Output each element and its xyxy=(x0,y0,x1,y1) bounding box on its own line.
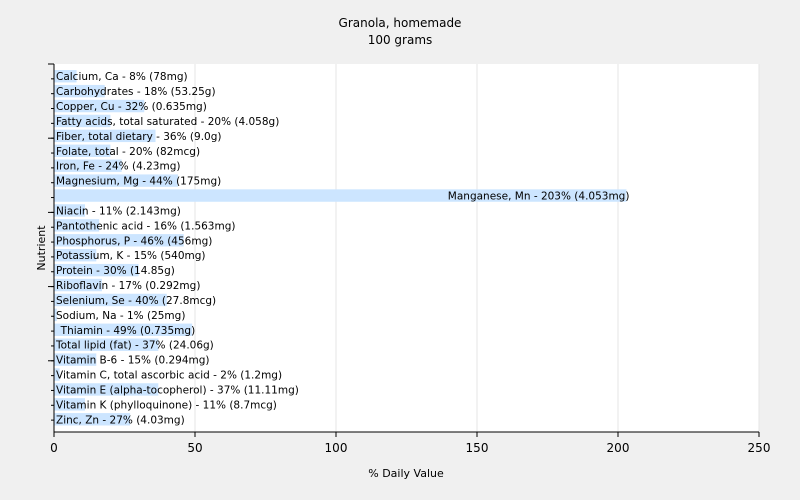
bar-data-label: Manganese, Mn - 203% (4.053mg) xyxy=(448,191,630,203)
bar-data-label: Zinc, Zn - 27% (4.03mg) xyxy=(56,414,185,426)
x-tick-label: 250 xyxy=(748,441,771,455)
bar-data-label: Folate, total - 20% (82mcg) xyxy=(56,146,200,158)
bar-data-label: Fiber, total dietary - 36% (9.0g) xyxy=(56,131,221,143)
x-tick-label: 50 xyxy=(187,441,202,455)
bar-data-label: Protein - 30% (14.85g) xyxy=(56,265,175,277)
bar-data-label: Copper, Cu - 32% (0.635mg) xyxy=(56,101,207,113)
bar-data-label: Selenium, Se - 40% (27.8mcg) xyxy=(56,295,216,307)
bar-data-label: Pantothenic acid - 16% (1.563mg) xyxy=(56,220,235,232)
bar-data-label: Riboflavin - 17% (0.292mg) xyxy=(56,280,200,292)
bar-data-label: Potassium, K - 15% (540mg) xyxy=(56,250,206,262)
bar-data-label: Niacin - 11% (2.143mg) xyxy=(56,205,181,217)
bar-data-label: Thiamin - 49% (0.735mg) xyxy=(60,325,196,337)
bar-data-label: Vitamin B-6 - 15% (0.294mg) xyxy=(56,355,210,367)
bar-data-label: Vitamin C, total ascorbic acid - 2% (1.2… xyxy=(56,370,282,382)
chart-title: Granola, homemade xyxy=(339,16,462,30)
bar-data-label: Sodium, Na - 1% (25mg) xyxy=(56,310,185,322)
y-axis-title: Nutrient xyxy=(35,225,48,271)
bar-data-label: Vitamin E (alpha-tocopherol) - 37% (11.1… xyxy=(56,384,299,396)
bar-data-label: Calcium, Ca - 8% (78mg) xyxy=(56,71,188,83)
bar-data-label: Fatty acids, total saturated - 20% (4.05… xyxy=(56,116,279,128)
nutrient-chart: Calcium, Ca - 8% (78mg) Carbohydrates - 1… xyxy=(0,0,800,500)
bar-data-label: Total lipid (fat) - 37% (24.06g) xyxy=(55,340,214,352)
bar-data-label: Carbohydrates - 18% (53.25g) xyxy=(56,86,216,98)
bar-data-label: Vitamin K (phylloquinone) - 11% (8.7mcg) xyxy=(56,399,277,411)
x-tick-label: 200 xyxy=(607,441,630,455)
chart-subtitle: 100 grams xyxy=(368,33,433,47)
x-tick-label: 0 xyxy=(50,441,58,455)
bar-data-label: Phosphorus, P - 46% (456mg) xyxy=(56,235,212,247)
chart-canvas: Calcium, Ca - 8% (78mg) Carbohydrates - 1… xyxy=(35,16,771,480)
bar-data-label: Magnesium, Mg - 44% (175mg) xyxy=(56,176,221,188)
bar-data-label: Iron, Fe - 24% (4.23mg) xyxy=(56,161,180,173)
x-axis-title: % Daily Value xyxy=(368,467,444,480)
x-tick-label: 100 xyxy=(325,441,348,455)
x-tick-label: 150 xyxy=(466,441,489,455)
